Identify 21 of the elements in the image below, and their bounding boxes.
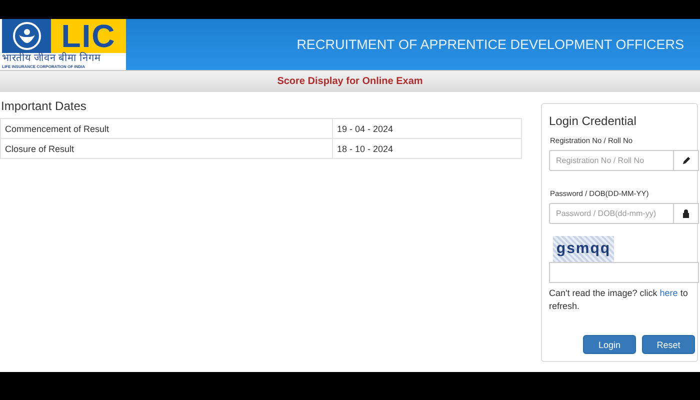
logo-mark: LIC [51,19,126,53]
section-title: Important Dates [1,99,88,113]
pencil-icon [682,156,690,165]
lock-icon [682,209,690,218]
page-title: RECRUITMENT OF APPRENTICE DEVELOPMENT OFFICERS [296,37,684,52]
action-button[interactable]: Reset [642,335,695,354]
captcha-image: gsmqq [553,236,614,262]
table-cell: 19 - 04 - 2024 [332,118,522,138]
input-field[interactable]: Registration No / Roll No [549,150,674,171]
refresh-note: Can't read the image? click here to refresh. [549,287,689,313]
refresh-link[interactable]: here [660,288,678,298]
emblem-icon [12,21,42,51]
subheader-title: Score Display for Online Exam [277,76,423,87]
captcha-input-field[interactable] [549,262,699,283]
logo-hindi-text: भारतीय जीवन बीमा निगम [2,53,102,64]
table-cell: 18 - 10 - 2024 [332,138,522,158]
action-button[interactable]: Login [583,335,636,354]
input-field[interactable]: Password / DOB(dd-mm-yy) [549,203,674,224]
table-cell: Commencement of Result [0,118,332,138]
table-cell: Closure of Result [0,138,332,158]
panel-title: Login Credential [549,114,638,128]
